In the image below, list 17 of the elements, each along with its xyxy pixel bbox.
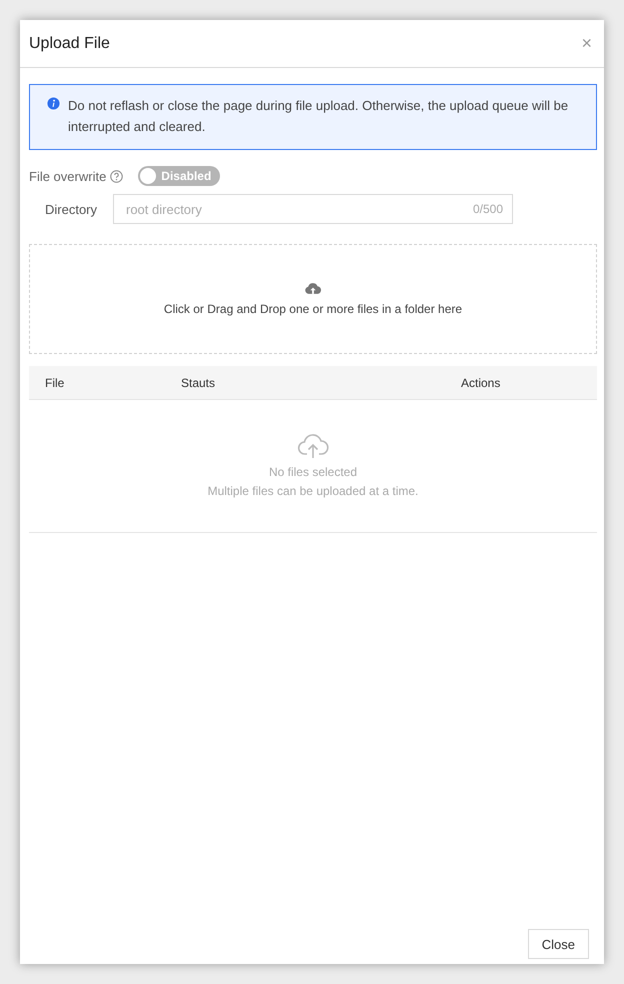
drop-instructions: Click or Drag and Drop one or more files in a folder here [164, 302, 462, 316]
drop-zone[interactable]: Click or Drag and Drop one or more files in a folder here [29, 244, 597, 354]
help-icon[interactable] [110, 170, 124, 182]
column-header: File [45, 376, 66, 390]
cloud-upload-icon [304, 282, 322, 295]
column-header: Stauts [181, 376, 216, 390]
dialog-title: Upload File [29, 34, 110, 52]
info-icon [47, 97, 60, 110]
column-header: Actions [461, 376, 500, 390]
directory-label: Directory [44, 202, 98, 216]
alert-message: Do not reflash or close the page during file upload. Otherwise, the upload queue will be interrupted and cleared. [68, 97, 570, 136]
character-counter: 0/500 [472, 202, 503, 216]
close-button[interactable]: Close [528, 929, 589, 959]
empty-title: No files selected [268, 464, 358, 481]
empty-hint: Multiple files can be uploaded at a time. [208, 483, 418, 500]
cloud-upload-icon [297, 433, 329, 459]
overwrite-label: File overwrite [29, 168, 106, 184]
